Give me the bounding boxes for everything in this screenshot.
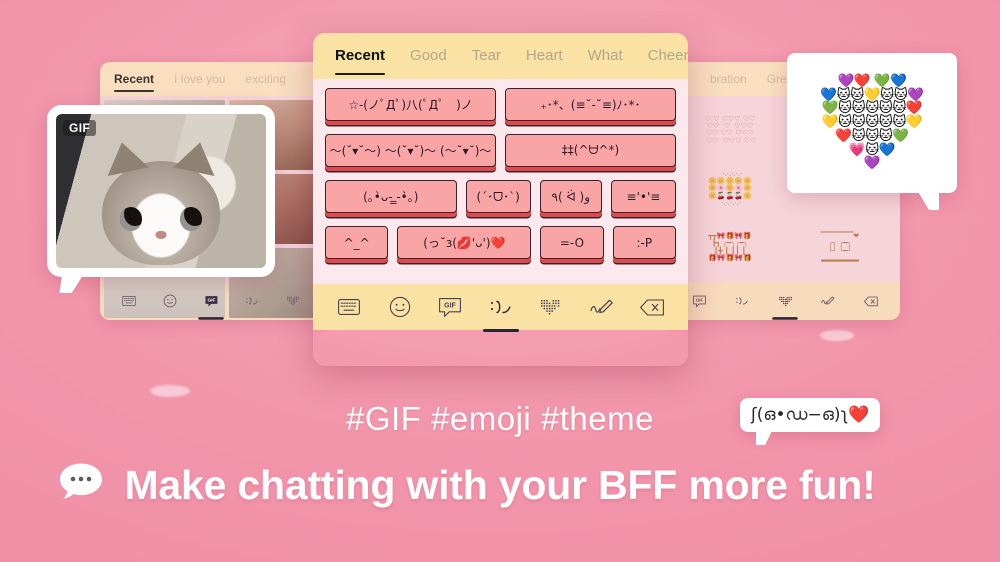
kaomoji-key[interactable]: =-O [540,226,604,259]
backspace-icon[interactable] [860,290,882,312]
tab-heart[interactable]: Heart [526,33,563,79]
gif-icon[interactable]: GIF [198,290,224,320]
sparkle-decoration [820,330,854,341]
kaomoji-row: ☆-(ノﾟДﾟ)八(ﾟДﾟ )ノ ₊･*、(≡˘-˘≡)ﾉ･*･ [325,88,676,126]
svg-text:GIF: GIF [695,297,703,302]
right-panel-toolbar[interactable]: GIF [670,282,900,320]
gif-preview-bubble[interactable]: GIF [47,105,275,277]
emoji-art-icon[interactable] [535,291,567,323]
emoji-heart-art-bubble[interactable]: 💜❤️ 💚💙 💙🐱🐱💛🐱🐱💜 💚🐱🐱🐱🐱🐱❤️ 💛🐱🐱🐱🐱🐱💛 ❤️🐱🐱🐱💚 💗… [787,53,957,210]
keyboard-icon[interactable] [118,290,140,312]
kaomoji-key[interactable]: ٩( ᐛ )و [539,180,602,213]
emoji-art-item[interactable]: ♡ ♡ ♡♡♡ ♡♡ ♡♡ ♡ ♡♡♡ ♡♡ ♡♡ ♡♡♡ ♡♡ ♡♡♡ ♡♡ [678,104,782,157]
kaomoji-grid[interactable]: ☆-(ノﾟДﾟ)八(ﾟДﾟ )ノ ₊･*、(≡˘-˘≡)ﾉ･*･ ～(˘▾˘～) ～… [313,79,688,284]
cat-muzzle [130,223,192,263]
tab-exciting[interactable]: exciting [245,62,286,96]
kaomoji-icon[interactable] [482,291,519,332]
promo-screenshot: Recent I love you exciting GIF GIF brati… [0,0,1000,562]
tab-i-love-you[interactable]: I love you [174,62,225,96]
tab-cheer[interactable]: Cheer [648,33,688,79]
cat-eye-right [180,207,202,231]
emoji-heart-art: 💜❤️ 💚💙 💙🐱🐱💛🐱🐱💜 💚🐱🐱🐱🐱🐱❤️ 💛🐱🐱🐱🐱🐱💛 ❤️🐱🐱🐱💚 💗… [820,72,924,172]
pencil-icon[interactable] [586,291,618,323]
pencil-icon[interactable] [817,290,839,312]
cat-ear-right [173,137,221,177]
kaomoji-icon[interactable] [731,290,753,312]
cat-illustration [101,137,221,265]
kaomoji-row: ^_^ (っ˘з(💋'ᴗ')❤️ =-O:-P [325,226,676,264]
gif-icon[interactable]: GIF [688,290,710,312]
gif-badge: GIF [63,120,97,136]
kaomoji-key[interactable]: ‡‡(^ᗨ^*) [505,134,676,167]
mini-kaomoji-bubble: ʃ(ഒ•ഡ−ഒ)ʅ❤️ [740,398,881,445]
emoji-art-item[interactable]: ·.·.·.·.· 🌼🌼🌼🌼🌼 🌼🌸🌼🌸🌼 🌼🍒🍒🍒🌼 ·.·.·.·.· [678,163,782,216]
kaomoji-key[interactable]: :-P [612,226,676,259]
tab-good[interactable]: Good [410,33,447,79]
kaomoji-keyboard-panel[interactable]: Recent Good Tear Heart What Cheer ☆-(ノﾟД… [313,33,688,366]
tab-celebration[interactable]: bration [710,62,747,96]
center-panel-tab-bar[interactable]: Recent Good Tear Heart What Cheer [313,33,688,79]
mini-kaomoji-text: ʃ(ഒ•ഡ−ഒ)ʅ❤️ [751,405,870,425]
left-panel-tab-bar[interactable]: Recent I love you exciting [100,62,322,96]
kaomoji-key[interactable]: (｡•̀ᴗ- ̳-•̀｡) [325,180,457,213]
backspace-icon[interactable] [636,291,668,323]
sparkle-decoration [150,385,190,397]
emoji-art-item[interactable]: ┳┳🎀🎁🎀🎁 ┣┓ ╭━╮╭━╮ ┃╋ ┃ ┃┃ ┃ 🎁🎀🎁🎀🎁 [678,221,782,274]
emoji-art-icon[interactable] [282,290,304,312]
center-panel-toolbar[interactable]: GIF [313,284,688,332]
tab-recent[interactable]: Recent [114,62,155,96]
svg-text:GIF: GIF [444,302,456,309]
smiley-icon[interactable] [159,290,181,312]
tab-tear[interactable]: Tear [472,33,501,79]
kaomoji-key[interactable]: ☆-(ノﾟДﾟ)八(ﾟДﾟ )ノ [325,88,496,121]
kaomoji-key[interactable]: ～(˘▾˘～) ～(˘▾˘)～ (～˘▾˘)～ [325,134,496,167]
kaomoji-key[interactable]: ^_^ [325,226,389,259]
gif-icon[interactable]: GIF [434,291,466,323]
tab-what[interactable]: What [588,33,623,79]
kaomoji-key[interactable]: ₊･*、(≡˘-˘≡)ﾉ･*･ [505,88,676,121]
emoji-art-icon[interactable] [772,290,798,320]
tagline-headline: Make chatting with your BFF more fun! [124,462,876,508]
tab-recent[interactable]: Recent [335,33,386,79]
kaomoji-key[interactable]: (っ˘з(💋'ᴗ')❤️ [397,226,532,259]
cat-eye-left [120,207,142,231]
kaomoji-row: (｡•̀ᴗ- ̳-•̀｡) (´･ᗜ･`) ٩( ᐛ )و ≡'•'≡ [325,180,677,218]
cat-nose [155,231,167,239]
cat-ear-left [101,137,149,177]
kaomoji-key[interactable]: ≡'•'≡ [610,180,677,213]
kaomoji-icon[interactable] [241,290,263,312]
kaomoji-row: ～(˘▾˘～) ～(˘▾˘)～ (～˘▾˘)～ ‡‡(^ᗨ^*) [325,134,676,172]
keyboard-icon[interactable] [333,291,365,323]
emoji-art-item[interactable]: ▔▔▔▔▔▔❤ ╭╮ ╭━╮ ╰╯ ╰━╯ ▂▂▂▂▂▂▂ [788,221,892,274]
kaomoji-key[interactable]: (´･ᗜ･`) [465,180,531,213]
smiley-icon[interactable] [384,291,416,323]
svg-text:GIF: GIF [207,297,215,303]
gif-preview-image: GIF [56,114,266,268]
